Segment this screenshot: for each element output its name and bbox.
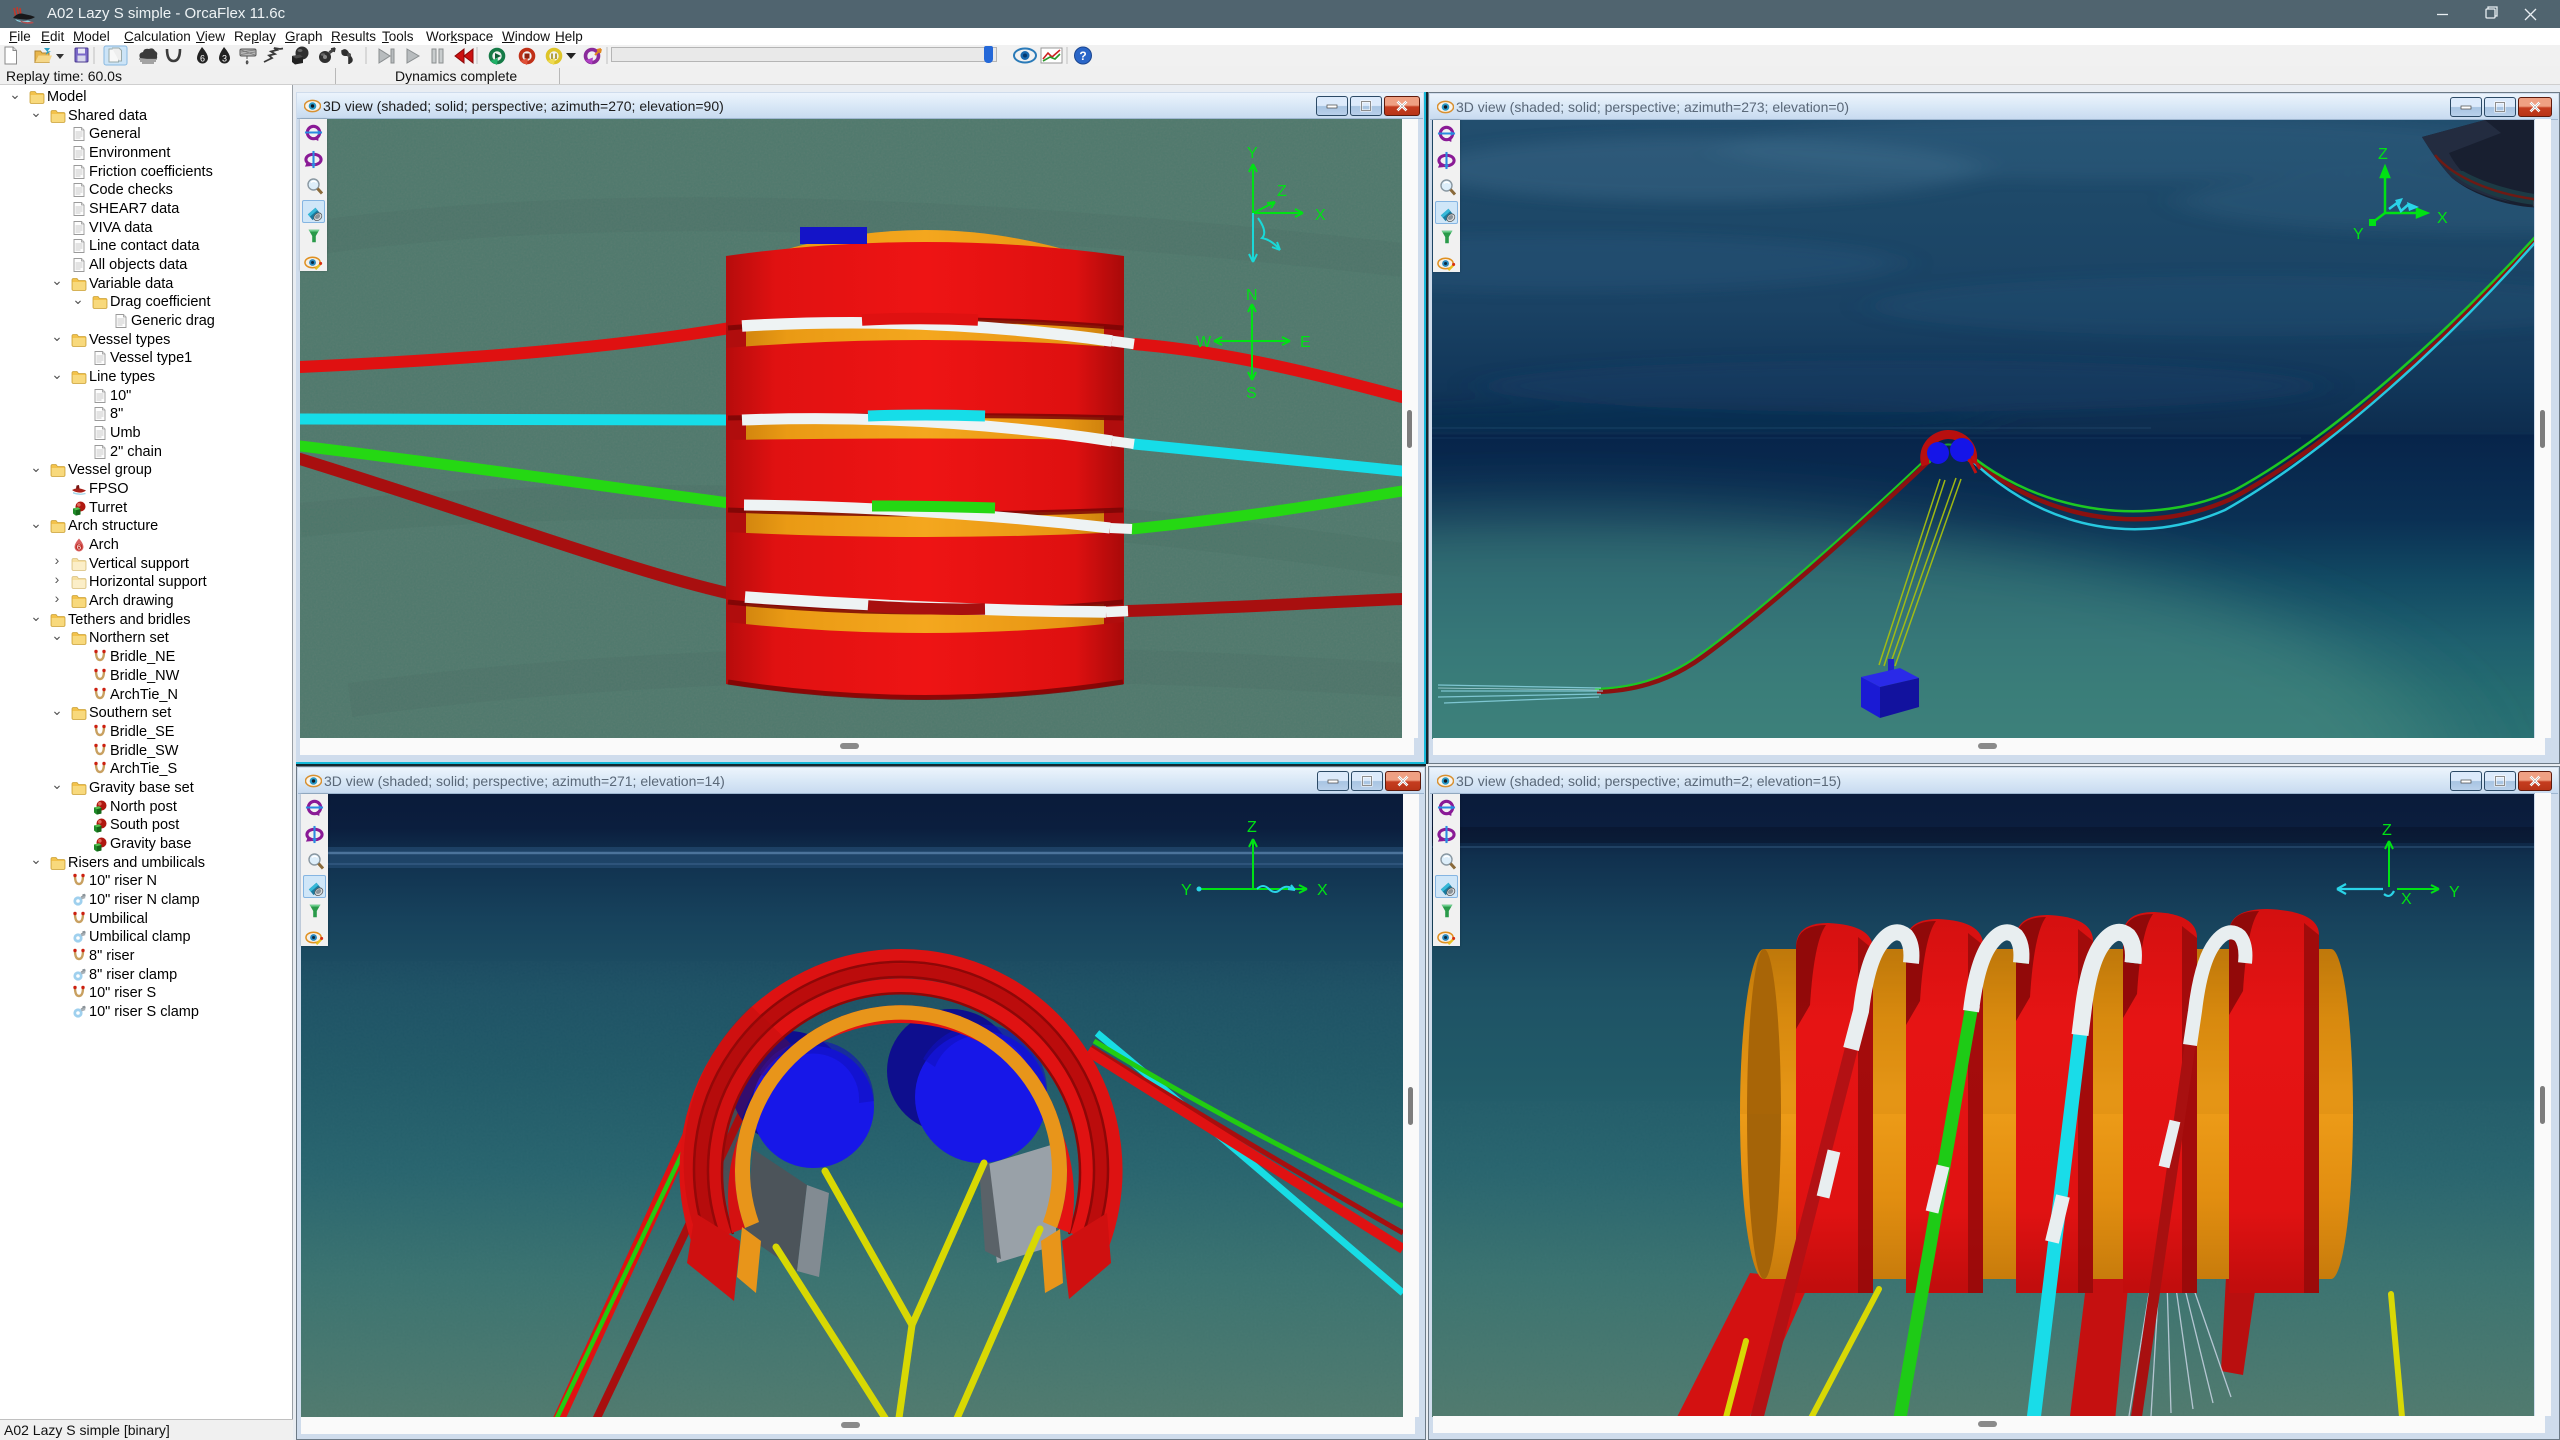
svg-text:E: E [1300, 334, 1311, 351]
svg-text:X: X [1315, 207, 1326, 224]
svg-text:6: 6 [200, 54, 205, 64]
svg-text:Z: Z [1247, 819, 1257, 836]
svg-text:Z: Z [2382, 822, 2392, 839]
svg-text:W: W [1196, 334, 1212, 351]
svg-text:N: N [1246, 287, 1258, 304]
svg-text:X: X [2437, 210, 2448, 227]
svg-text:Y: Y [1247, 145, 1258, 162]
svg-text:Z: Z [1277, 183, 1287, 200]
svg-text:Y: Y [2449, 884, 2460, 901]
svg-text:3: 3 [222, 54, 227, 64]
svg-text:?: ? [1079, 49, 1086, 63]
svg-text:S: S [1246, 385, 1257, 402]
svg-text:Y: Y [1181, 882, 1192, 899]
svg-text:X: X [1317, 882, 1328, 899]
svg-text:Y: Y [2353, 226, 2364, 243]
svg-text:Z: Z [2378, 146, 2388, 163]
svg-text:X: X [2401, 891, 2412, 908]
